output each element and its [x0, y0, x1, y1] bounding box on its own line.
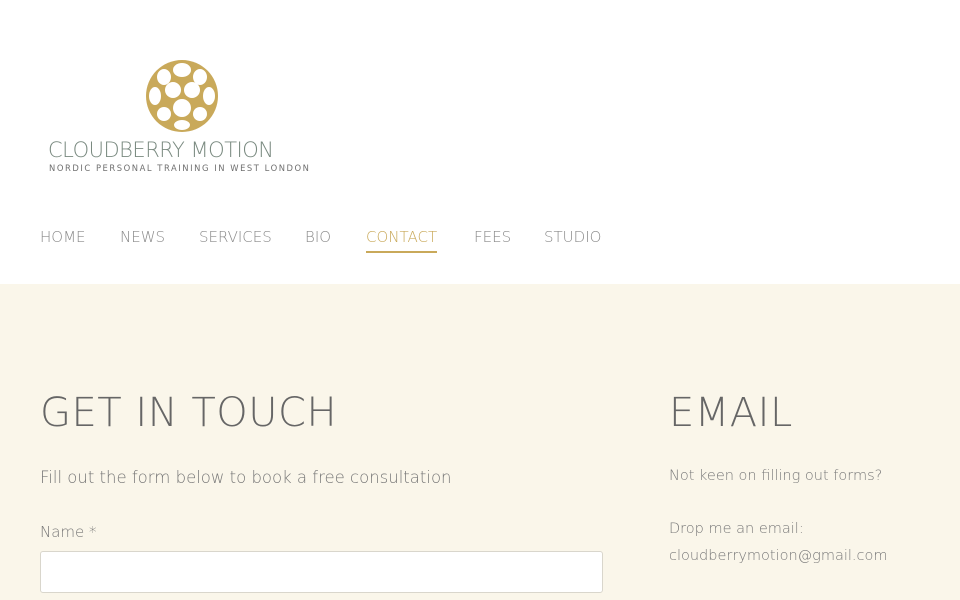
email-prompt: Not keen on filling out forms?	[669, 468, 883, 484]
email-instruction: Drop me an email:	[669, 521, 804, 537]
brand-name: CLOUDBERRY MOTION	[48, 138, 274, 162]
brand-tagline: NORDIC PERSONAL TRAINING IN WEST LONDON	[49, 163, 311, 173]
nav-contact[interactable]: CONTACT	[366, 228, 438, 253]
email-address-link[interactable]: cloudberrymotion@gmail.com	[669, 548, 888, 564]
nav-fees[interactable]: FEES	[474, 228, 511, 251]
nav-home[interactable]: HOME	[40, 228, 86, 251]
email-heading: EMAIL	[669, 390, 793, 436]
nav-bio[interactable]: BIO	[305, 228, 331, 251]
name-label: Name *	[40, 523, 97, 541]
name-input[interactable]	[40, 551, 603, 593]
nav-studio[interactable]: STUDIO	[544, 228, 601, 251]
contact-heading: GET IN TOUCH	[40, 390, 338, 436]
contact-section: GET IN TOUCH Fill out the form below to …	[0, 284, 960, 600]
nav-news[interactable]: NEWS	[120, 228, 165, 251]
cloudberry-icon	[146, 60, 218, 132]
contact-intro: Fill out the form below to book a free c…	[40, 468, 452, 487]
nav-services[interactable]: SERVICES	[199, 228, 272, 251]
site-header: CLOUDBERRY MOTION NORDIC PERSONAL TRAINI…	[0, 0, 960, 284]
site-logo[interactable]: CLOUDBERRY MOTION NORDIC PERSONAL TRAINI…	[44, 56, 324, 186]
